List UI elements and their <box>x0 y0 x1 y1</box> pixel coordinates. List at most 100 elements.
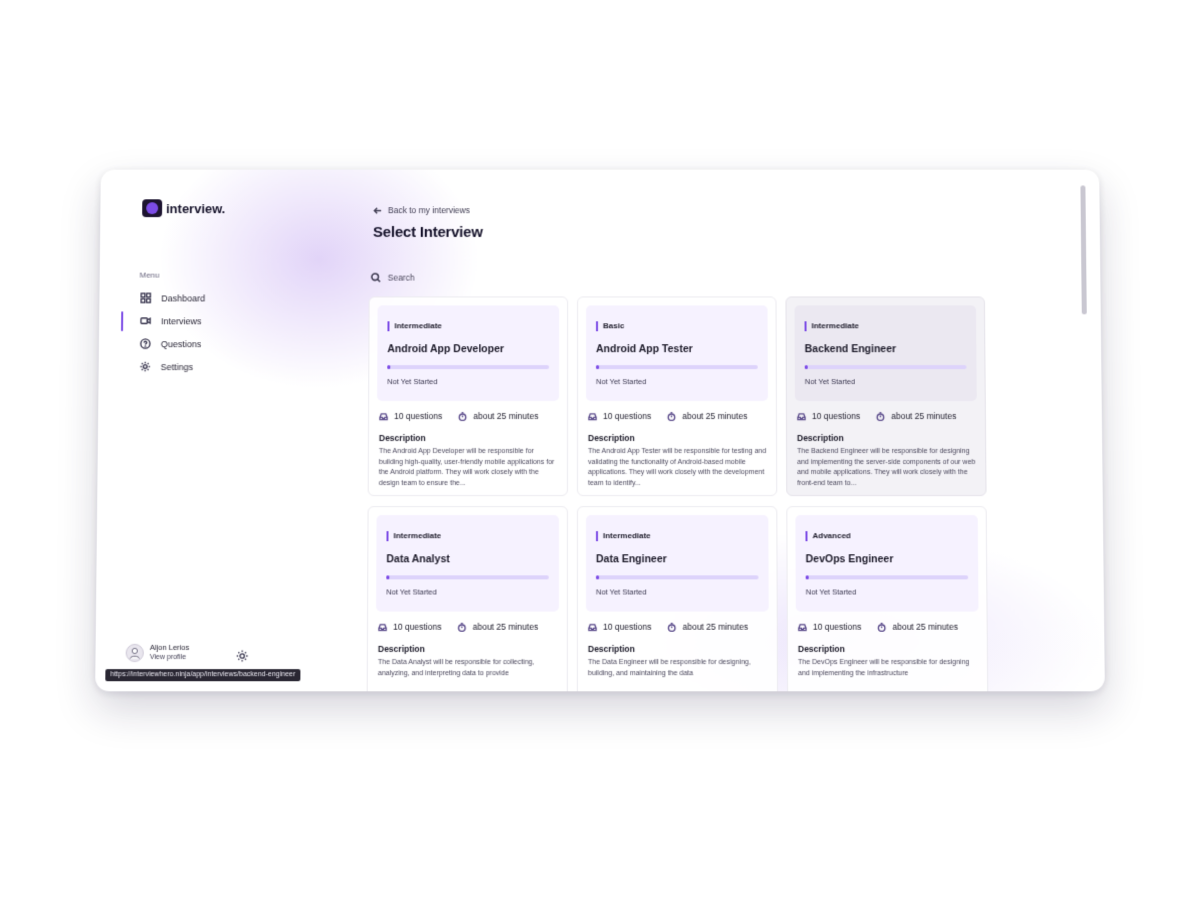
description-text: The Data Engineer will be responsible fo… <box>587 659 751 677</box>
inbox-icon <box>798 622 807 631</box>
sidebar-item-label: Interviews <box>160 315 202 326</box>
card-meta: 10 questions about 25 minutes <box>796 622 979 632</box>
card-header: Intermediate Android App Developer Not Y… <box>377 305 560 402</box>
timer-icon <box>876 411 885 421</box>
level-badge: Intermediate <box>804 321 860 332</box>
status-text: Not Yet Started <box>804 377 856 387</box>
brand[interactable]: interview. <box>142 199 226 218</box>
main-content: Back to my interviews Select Interview I… <box>366 170 1105 692</box>
page-title: Select Interview <box>372 224 483 241</box>
menu-label: Menu <box>139 270 160 280</box>
timer-icon <box>667 411 676 421</box>
job-title: Android App Tester <box>596 343 693 356</box>
sidebar-item-interviews[interactable]: Interviews <box>121 309 321 332</box>
level-badge: Basic <box>596 321 625 332</box>
status-url-bar: https://interviewhero.ninja/app/intervie… <box>105 669 301 682</box>
card-header: Intermediate Data Engineer Not Yet Start… <box>585 515 769 612</box>
progress-bar <box>805 575 969 580</box>
timer-icon <box>458 622 467 631</box>
description-label: Description <box>797 643 845 654</box>
description-text: The Android App Developer will be respon… <box>378 447 555 487</box>
avatar <box>125 643 144 663</box>
interview-card[interactable]: Intermediate Backend Engineer Not Yet St… <box>785 296 987 497</box>
progress-bar <box>387 365 550 370</box>
profile-name: Aljon Lerios <box>149 642 190 652</box>
card-meta: 10 questions about 25 minutes <box>586 622 769 632</box>
timer-icon <box>458 411 467 421</box>
question-count: 10 questions <box>603 621 652 632</box>
card-header: Intermediate Backend Engineer Not Yet St… <box>794 305 977 402</box>
card-header: Basic Android App Tester Not Yet Started <box>586 305 768 402</box>
card-meta: 10 questions about 25 minutes <box>795 411 977 421</box>
job-title: Backend Engineer <box>804 343 897 356</box>
brand-name: interview. <box>166 200 226 216</box>
status-text: Not Yet Started <box>386 587 437 597</box>
duration: about 25 minutes <box>891 411 957 422</box>
search-bar[interactable] <box>371 270 670 286</box>
level-badge: Intermediate <box>387 321 442 332</box>
card-meta: 10 questions about 25 minutes <box>586 411 768 421</box>
theme-toggle-button[interactable] <box>236 649 248 661</box>
duration: about 25 minutes <box>472 621 539 632</box>
view-profile-link[interactable]: View profile <box>150 653 189 663</box>
sidebar-item-label: Questions <box>160 338 202 349</box>
job-title: Data Analyst <box>386 553 450 566</box>
level-badge: Intermediate <box>386 531 442 542</box>
progress-fill <box>595 575 600 580</box>
progress-bar <box>595 575 759 580</box>
status-text: Not Yet Started <box>387 377 438 387</box>
gear-icon <box>139 361 151 373</box>
interview-card[interactable]: Intermediate Data Analyst Not Yet Starte… <box>366 506 568 692</box>
progress-bar <box>804 365 967 370</box>
level-badge: Advanced <box>805 531 851 542</box>
question-icon <box>139 338 151 350</box>
card-meta: 10 questions about 25 minutes <box>377 411 559 421</box>
status-text: Not Yet Started <box>595 587 647 597</box>
interview-grid: Intermediate Android App Developer Not Y… <box>366 296 989 692</box>
inbox-icon <box>378 622 387 631</box>
progress-bar <box>596 365 758 370</box>
description-label: Description <box>378 432 426 443</box>
back-to-interviews-link[interactable]: Back to my interviews <box>373 205 470 215</box>
brand-logo-icon <box>142 199 163 218</box>
job-title: Data Engineer <box>595 553 667 566</box>
level-badge: Intermediate <box>595 531 651 542</box>
interview-card[interactable]: Advanced DevOps Engineer Not Yet Started… <box>786 506 989 692</box>
interview-card[interactable]: Basic Android App Tester Not Yet Started… <box>576 296 778 497</box>
sidebar-item-label: Settings <box>160 361 194 372</box>
progress-fill <box>596 365 600 370</box>
description-label: Description <box>377 643 425 654</box>
card-header: Advanced DevOps Engineer Not Yet Started <box>795 515 979 612</box>
duration: about 25 minutes <box>682 411 748 422</box>
timer-icon <box>877 622 886 631</box>
video-icon <box>139 315 151 327</box>
inbox-icon <box>588 412 597 420</box>
sidebar-item-questions[interactable]: Questions <box>121 332 321 355</box>
arrow-left-icon <box>373 206 382 215</box>
progress-bar <box>386 575 549 580</box>
question-count: 10 questions <box>811 411 861 422</box>
back-link-label: Back to my interviews <box>387 205 470 216</box>
sidebar-item-settings[interactable]: Settings <box>121 355 321 378</box>
interview-card[interactable]: Intermediate Android App Developer Not Y… <box>367 296 569 497</box>
progress-fill <box>805 575 809 580</box>
card-meta: 10 questions about 25 minutes <box>376 622 559 632</box>
timer-icon <box>667 622 676 631</box>
app-window: interview. Menu Dashboard Interviews Que… <box>95 169 1105 692</box>
search-icon <box>371 273 381 283</box>
sidebar-nav: Dashboard Interviews Questions Settings <box>121 287 321 379</box>
interview-card[interactable]: Intermediate Data Engineer Not Yet Start… <box>576 506 779 692</box>
user-profile[interactable]: Aljon Lerios View profile <box>125 642 190 663</box>
status-text: Not Yet Started <box>596 377 647 387</box>
description-text: The Backend Engineer will be responsible… <box>797 447 976 487</box>
inbox-icon <box>379 412 388 420</box>
duration: about 25 minutes <box>473 411 539 422</box>
question-count: 10 questions <box>812 621 862 632</box>
description-text: The Data Analyst will be responsible for… <box>377 659 535 677</box>
search-input[interactable] <box>387 272 647 283</box>
grid-icon <box>139 292 151 304</box>
card-header: Intermediate Data Analyst Not Yet Starte… <box>376 515 559 612</box>
progress-fill <box>804 365 808 370</box>
inbox-icon <box>588 622 597 631</box>
sidebar-item-dashboard[interactable]: Dashboard <box>121 287 321 310</box>
